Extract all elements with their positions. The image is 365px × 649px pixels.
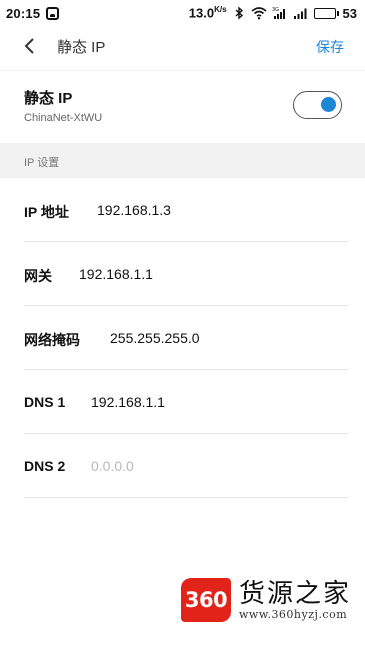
field-label: DNS 2 (24, 458, 66, 474)
field-label: DNS 1 (24, 394, 66, 410)
divider (24, 497, 348, 498)
gateway-input[interactable]: 192.168.1.1 (79, 266, 153, 282)
field-label: 网络掩码 (24, 332, 80, 348)
static-ip-label: 静态 IP (24, 90, 73, 107)
netmask-field[interactable]: 网络掩码 255.255.255.0 (0, 306, 365, 370)
signal-3g-icon: 3G (272, 7, 285, 19)
notification-icon (46, 6, 60, 20)
watermark-text: 货源之家 www.360hyzj.com (239, 580, 351, 621)
status-time: 20:15 (6, 5, 41, 21)
ip-address-field[interactable]: IP 地址 192.168.1.3 (0, 178, 365, 242)
page-title: 静态 IP (57, 39, 106, 56)
watermark-url: www.360hyzj.com (239, 607, 348, 621)
network-name: ChinaNet-XtWU (24, 112, 103, 124)
static-ip-toggle[interactable] (293, 91, 342, 119)
battery-icon: 53 (313, 5, 357, 21)
ip-address-input[interactable]: 192.168.1.3 (97, 202, 171, 218)
battery-body (313, 7, 336, 19)
watermark-name: 货源之家 (239, 578, 352, 609)
section-header: IP 设置 (0, 143, 365, 178)
watermark-logo: 360 (181, 578, 231, 622)
bluetooth-icon (235, 6, 243, 20)
net-speed-value: 13.0 (188, 5, 215, 21)
app-header: 静态 IP 保存 (0, 26, 365, 66)
section-label: IP 设置 (24, 157, 60, 169)
gateway-field[interactable]: 网关 192.168.1.1 (0, 242, 365, 306)
signal-icon (293, 8, 307, 19)
back-icon[interactable] (18, 35, 40, 57)
status-bar: 20:15 13.0K/s 3G 53 (0, 0, 365, 26)
battery-tip (336, 10, 339, 16)
field-label: IP 地址 (24, 204, 69, 220)
field-label: 网关 (24, 268, 52, 284)
net-speed: 13.0K/s (189, 5, 227, 20)
svg-text:3G: 3G (272, 7, 279, 13)
dns2-input[interactable]: 0.0.0.0 (91, 458, 134, 474)
dns2-field[interactable]: DNS 2 0.0.0.0 (0, 434, 365, 498)
battery-level: 53 (342, 5, 357, 21)
watermark: 360 货源之家 www.360hyzj.com (181, 575, 351, 625)
dns1-field[interactable]: DNS 1 192.168.1.1 (0, 370, 365, 434)
net-speed-unit: K/s (214, 5, 227, 15)
netmask-input[interactable]: 255.255.255.0 (110, 330, 200, 346)
status-right: 13.0K/s 3G 53 (189, 0, 357, 26)
dns1-input[interactable]: 192.168.1.1 (91, 394, 165, 410)
toggle-knob (321, 97, 336, 112)
save-button[interactable]: 保存 (316, 37, 344, 57)
static-ip-row[interactable]: 静态 IP ChinaNet-XtWU (0, 70, 365, 142)
wifi-icon (251, 7, 267, 20)
